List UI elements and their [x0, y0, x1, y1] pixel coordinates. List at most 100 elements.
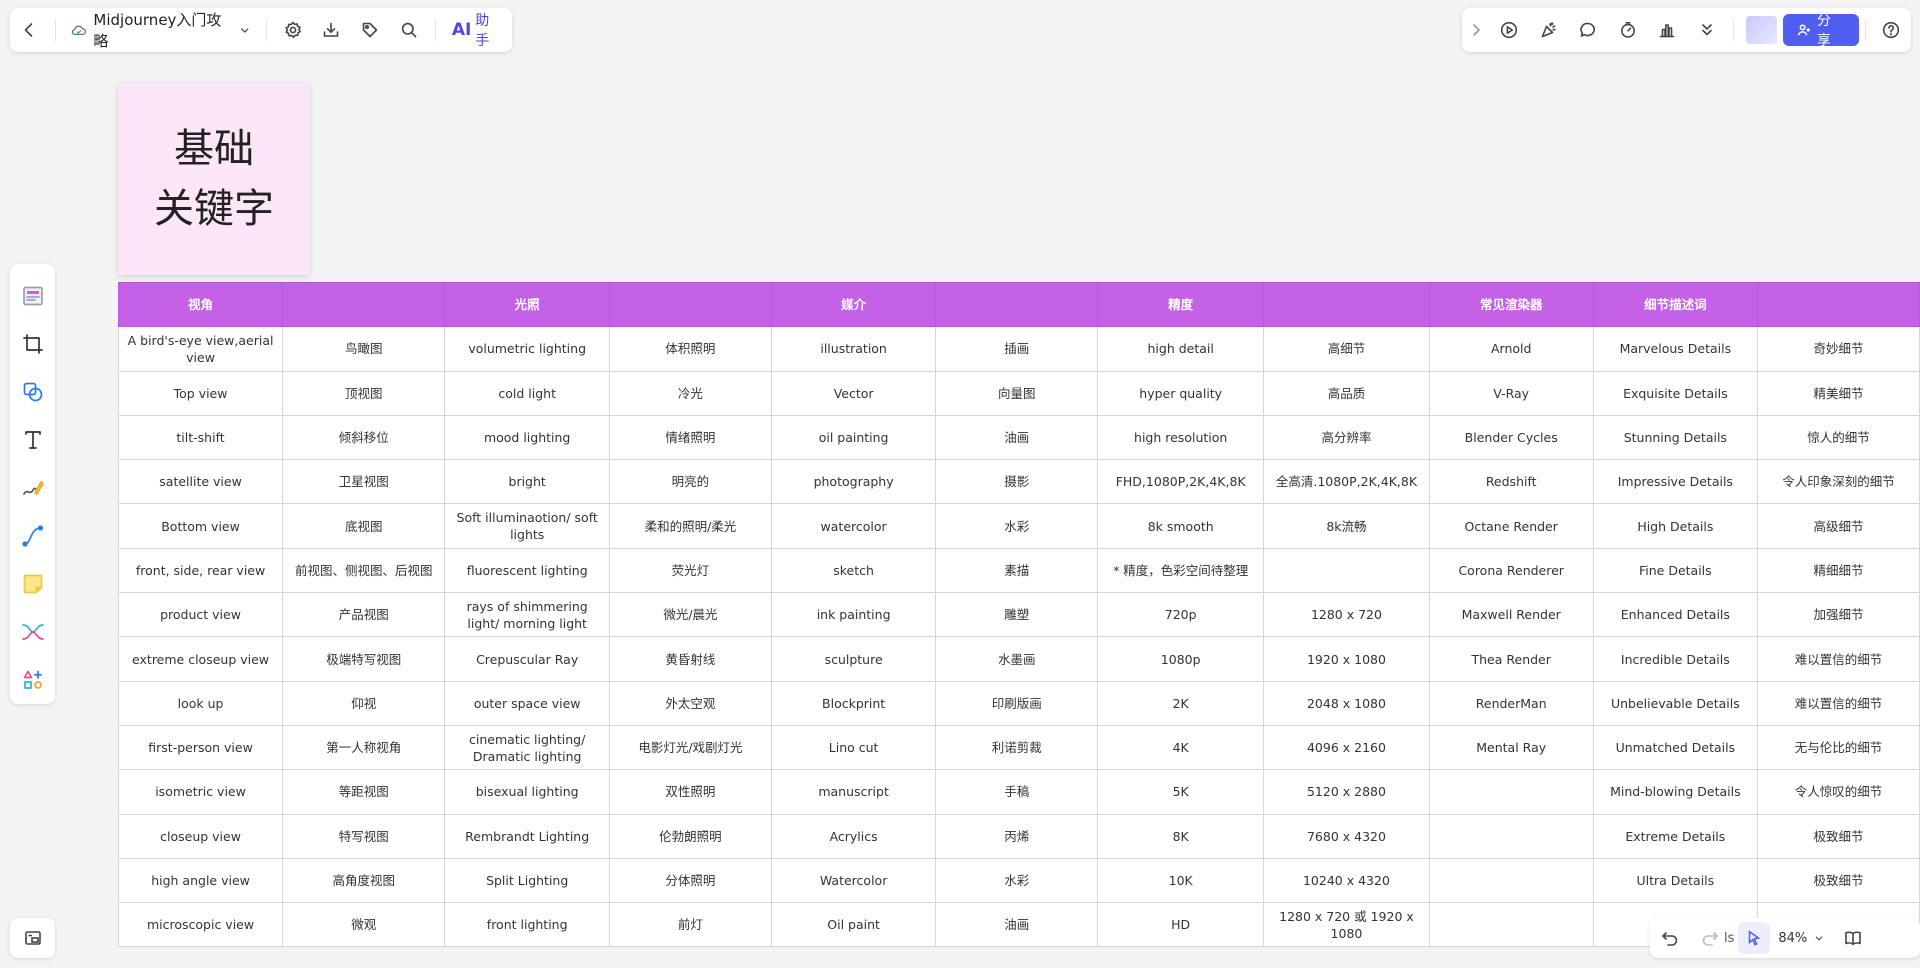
table-cell[interactable]: sketch [770, 547, 937, 594]
table-cell[interactable]: high resolution [1097, 414, 1265, 461]
table-cell[interactable]: 难以置信的细节 [1757, 636, 1920, 682]
table-header-cell[interactable] [1757, 282, 1920, 328]
table-cell[interactable]: oil painting [770, 414, 937, 461]
table-cell[interactable]: 8K [1097, 813, 1265, 859]
table-cell[interactable]: Vector [770, 370, 937, 416]
table-cell[interactable]: 第一人称视角 [282, 724, 446, 771]
sticky-note-icon[interactable] [10, 560, 55, 608]
comment-icon[interactable] [1569, 8, 1608, 52]
table-cell[interactable]: Mind-blowing Details [1592, 769, 1759, 815]
table-cell[interactable]: 卫星视图 [282, 459, 446, 505]
table-header-cell[interactable]: 精度 [1097, 282, 1265, 328]
table-cell[interactable]: Oil paint [770, 902, 937, 948]
table-cell[interactable]: 水彩 [935, 503, 1099, 549]
double-chevron-down-icon[interactable] [1687, 8, 1726, 52]
table-cell[interactable]: 8k smooth [1097, 503, 1265, 549]
table-cell[interactable]: 油画 [935, 902, 1099, 948]
table-cell[interactable] [1428, 769, 1594, 815]
table-cell[interactable]: 2K [1097, 680, 1265, 726]
table-header-cell[interactable]: 光照 [444, 282, 610, 328]
table-cell[interactable]: Blockprint [770, 680, 937, 726]
table-cell[interactable]: illustration [770, 326, 937, 372]
table-cell[interactable]: 4K [1097, 724, 1265, 771]
table-cell[interactable]: * 精度，色彩空间待整理 [1097, 547, 1265, 594]
table-cell[interactable]: 仰视 [282, 680, 446, 726]
table-cell[interactable]: satellite view [118, 459, 284, 505]
shape-icon[interactable] [10, 368, 55, 416]
table-cell[interactable]: photography [770, 459, 937, 505]
table-header-cell[interactable] [608, 282, 772, 328]
ai-assistant-button[interactable]: AI 助手 [442, 10, 512, 50]
table-cell[interactable]: RenderMan [1428, 680, 1594, 726]
table-cell[interactable]: 产品视图 [282, 592, 446, 638]
table-cell[interactable]: 伦勃朗照明 [608, 813, 772, 859]
back-icon[interactable] [10, 8, 49, 52]
settings-icon[interactable] [273, 8, 312, 52]
share-button[interactable]: 分享 [1783, 13, 1859, 49]
connector-icon[interactable] [10, 512, 55, 560]
table-cell[interactable]: 10K [1097, 857, 1265, 904]
table-cell[interactable]: watercolor [770, 503, 937, 549]
keyword-table[interactable]: 视角 光照 媒介 精度 常见渲染器 细节描述词 A bird's-eye view,aer… [118, 282, 1920, 948]
table-cell[interactable]: hyper quality [1097, 370, 1265, 416]
table-cell[interactable]: cold light [444, 370, 610, 416]
table-cell[interactable]: A bird's-eye view,aerial view [118, 326, 284, 372]
avatar[interactable] [1745, 16, 1778, 44]
table-cell[interactable]: Mental Ray [1428, 724, 1594, 771]
table-cell[interactable]: 高分辨率 [1263, 414, 1430, 461]
table-cell[interactable]: Redshift [1428, 459, 1594, 505]
table-cell[interactable] [1428, 813, 1594, 859]
table-cell[interactable]: 精美细节 [1757, 370, 1920, 416]
table-cell[interactable]: high angle view [118, 857, 284, 904]
table-cell[interactable]: rays of shimmering light/ morning light [444, 592, 610, 638]
sticky-note[interactable]: 基础 关键字 [118, 83, 310, 275]
select-cursor-button[interactable] [1738, 922, 1771, 954]
table-cell[interactable] [1263, 547, 1430, 594]
table-cell[interactable]: 720p [1097, 592, 1265, 638]
table-cell[interactable]: 双性照明 [608, 769, 772, 815]
celebrate-icon[interactable] [1529, 8, 1568, 52]
table-cell[interactable]: 7680 x 4320 [1263, 813, 1430, 859]
table-cell[interactable]: 高品质 [1263, 370, 1430, 416]
table-cell[interactable]: Maxwell Render [1428, 592, 1594, 638]
table-cell[interactable]: 微光/晨光 [608, 592, 772, 638]
text-icon[interactable] [10, 416, 55, 464]
more-shapes-icon[interactable] [10, 656, 55, 704]
crop-frame-icon[interactable] [10, 320, 55, 368]
table-header-cell[interactable] [935, 282, 1099, 328]
table-cell[interactable]: 柔和的照明/柔光 [608, 503, 772, 549]
table-cell[interactable]: 向量图 [935, 370, 1099, 416]
table-cell[interactable]: HD [1097, 902, 1265, 948]
table-header-cell[interactable]: 常见渲染器 [1428, 282, 1594, 328]
table-cell[interactable]: 摄影 [935, 459, 1099, 505]
table-cell[interactable]: V-Ray [1428, 370, 1594, 416]
table-cell[interactable]: ink painting [770, 592, 937, 638]
table-cell[interactable]: 水墨画 [935, 636, 1099, 682]
table-cell[interactable]: front, side, rear view [118, 547, 284, 594]
table-cell[interactable]: Extreme Details [1592, 813, 1759, 859]
table-cell[interactable]: bright [444, 459, 610, 505]
table-cell[interactable]: 高角度视图 [282, 857, 446, 904]
table-cell[interactable]: 难以置信的细节 [1757, 680, 1920, 726]
book-icon[interactable] [1833, 918, 1873, 958]
table-cell[interactable]: extreme closeup view [118, 636, 284, 682]
table-cell[interactable]: closeup view [118, 813, 284, 859]
table-cell[interactable]: 1920 x 1080 [1263, 636, 1430, 682]
table-cell[interactable]: 倾斜移位 [282, 414, 446, 461]
table-cell[interactable]: 明亮的 [608, 459, 772, 505]
table-cell[interactable]: Split Lighting [444, 857, 610, 904]
table-cell[interactable]: Bottom view [118, 503, 284, 549]
table-cell[interactable]: Blender Cycles [1428, 414, 1594, 461]
mindmap-icon[interactable] [10, 608, 55, 656]
table-cell[interactable]: 1280 x 720 [1263, 592, 1430, 638]
table-cell[interactable]: Fine Details [1592, 547, 1759, 594]
table-cell[interactable]: Exquisite Details [1592, 370, 1759, 416]
table-cell[interactable]: 令人惊叹的细节 [1757, 769, 1920, 815]
table-cell[interactable]: sculpture [770, 636, 937, 682]
table-cell[interactable] [1428, 902, 1594, 948]
table-cell[interactable]: Stunning Details [1592, 414, 1759, 461]
table-cell[interactable]: Acrylics [770, 813, 937, 859]
table-cell[interactable]: 极致细节 [1757, 857, 1920, 904]
table-cell[interactable]: High Details [1592, 503, 1759, 549]
frame-template-icon[interactable] [10, 272, 55, 320]
